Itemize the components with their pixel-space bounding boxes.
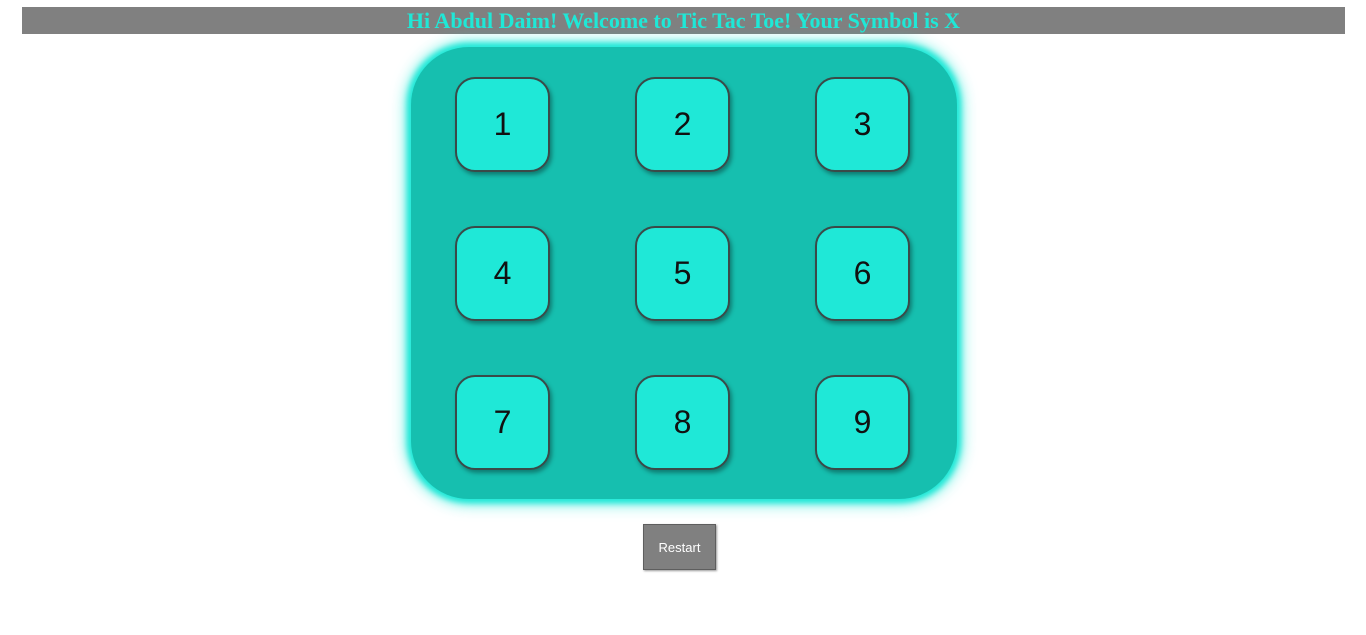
welcome-header: Hi Abdul Daim! Welcome to Tic Tac Toe! Y… [22,7,1345,34]
board-cell-9[interactable]: 9 [815,375,910,470]
board-cell-1[interactable]: 1 [455,77,550,172]
board-cell-6[interactable]: 6 [815,226,910,321]
board-cell-2[interactable]: 2 [635,77,730,172]
board-cell-3[interactable]: 3 [815,77,910,172]
board-cell-5[interactable]: 5 [635,226,730,321]
restart-button[interactable]: Restart [643,524,716,570]
board-cell-4[interactable]: 4 [455,226,550,321]
board-cell-8[interactable]: 8 [635,375,730,470]
board-cell-7[interactable]: 7 [455,375,550,470]
game-board: 1 2 3 4 5 6 7 8 9 [411,47,957,499]
